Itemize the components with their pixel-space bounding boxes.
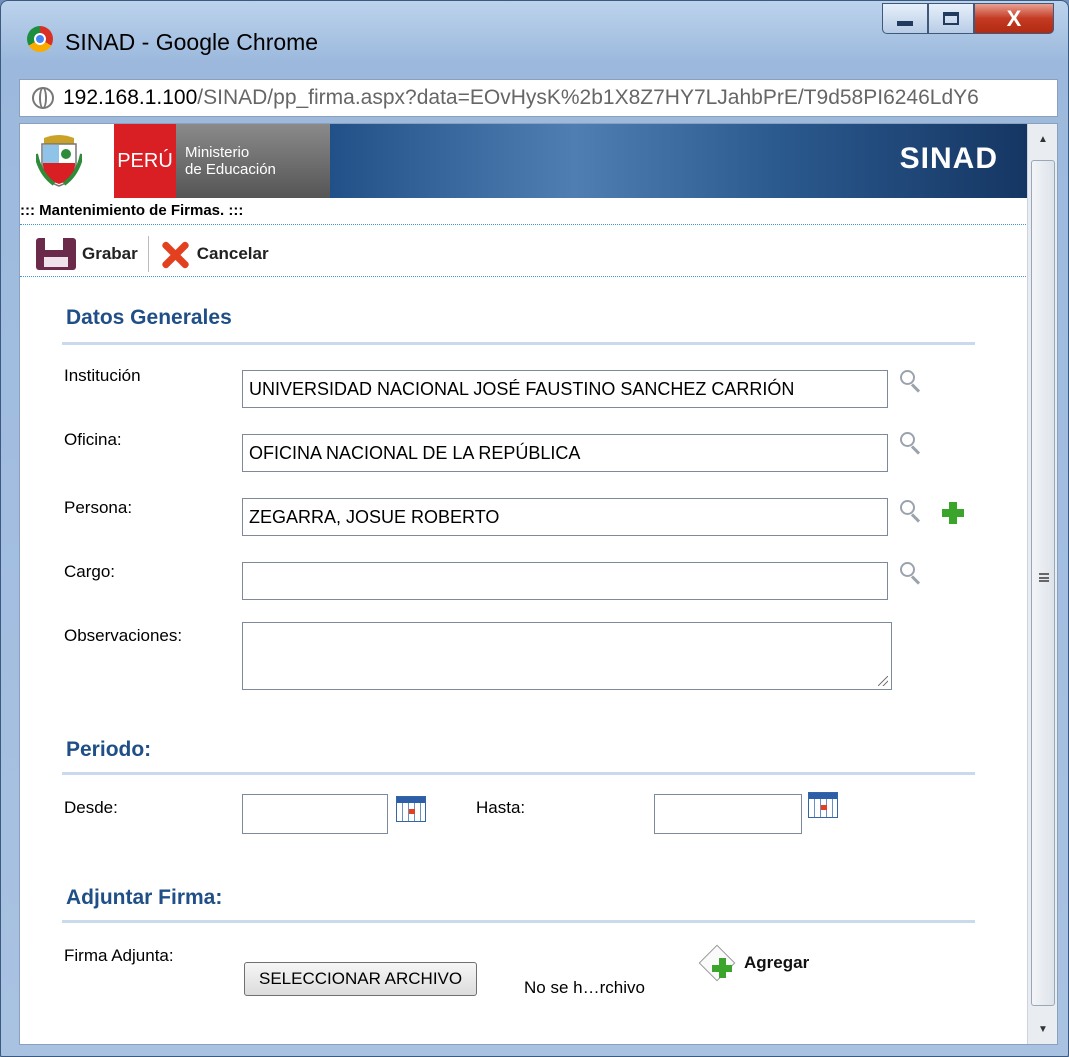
toolbar: Grabar Cancelar [36, 234, 269, 274]
search-institucion-icon[interactable] [900, 370, 924, 394]
divider [20, 224, 1028, 225]
section-divider [62, 342, 975, 345]
cargo-label: Cargo: [64, 562, 116, 581]
section-title-general: Datos Generales [66, 306, 232, 329]
cancel-icon [159, 238, 191, 270]
observaciones-textarea[interactable] [242, 622, 892, 690]
select-file-button[interactable]: SELECCIONAR ARCHIVO [244, 962, 478, 996]
add-label: Agregar [744, 953, 810, 972]
file-status-text: No se h…rchivo [524, 978, 645, 997]
divider [20, 276, 1028, 277]
hasta-label: Hasta: [476, 798, 526, 817]
cancel-button[interactable]: Cancelar [159, 238, 269, 270]
maximize-icon [943, 12, 959, 25]
desde-date-input[interactable] [242, 794, 388, 834]
save-label: Grabar [82, 244, 138, 263]
firma-adjunta-label: Firma Adjunta: [64, 946, 174, 965]
persona-field[interactable]: ZEGARRA, JOSUE ROBERTO [242, 498, 888, 536]
scrollbar-thumb[interactable] [1031, 160, 1055, 1006]
plus-icon [712, 958, 732, 978]
search-oficina-icon[interactable] [900, 432, 924, 456]
country-badge: PERÚ [114, 124, 176, 198]
minimize-icon [897, 21, 913, 26]
header-banner: PERÚ Ministerio de Educación SINAD [20, 124, 1028, 198]
app-logo-text: SINAD [899, 142, 998, 175]
oficina-field[interactable]: OFICINA NACIONAL DE LA REPÚBLICA [242, 434, 888, 472]
scroll-grip-icon [1039, 573, 1049, 582]
section-divider [62, 772, 975, 775]
scroll-down-arrow-icon[interactable]: ▼ [1028, 1014, 1057, 1044]
close-icon: X [1006, 5, 1022, 31]
address-bar[interactable]: 192.168.1.100/SINAD/pp_firma.aspx?data=E… [19, 79, 1058, 117]
hasta-calendar-icon[interactable] [808, 792, 838, 818]
url-path: /SINAD/pp_firma.aspx?data=EOvHysK%2b1X8Z… [197, 86, 979, 109]
vertical-scrollbar[interactable]: ▲ ▼ [1027, 124, 1057, 1044]
desde-calendar-icon[interactable] [396, 796, 426, 822]
url-host: 192.168.1.100 [63, 86, 198, 109]
resize-grip-icon[interactable] [878, 676, 888, 686]
page-title: ::: Mantenimiento de Firmas. ::: [20, 202, 244, 219]
desde-label: Desde: [64, 798, 118, 817]
chrome-logo-icon [27, 26, 53, 52]
section-divider [62, 920, 975, 923]
institucion-label: Institución [64, 366, 141, 385]
maximize-button[interactable] [928, 3, 974, 34]
cargo-field[interactable] [242, 562, 888, 600]
toolbar-separator [147, 236, 149, 272]
add-signature-button[interactable]: Agregar [698, 944, 809, 982]
section-title-adjuntar: Adjuntar Firma: [66, 886, 223, 909]
window-title: SINAD - Google Chrome [65, 29, 319, 55]
institucion-field[interactable]: UNIVERSIDAD NACIONAL JOSÉ FAUSTINO SANCH… [242, 370, 888, 408]
close-button[interactable]: X [974, 3, 1054, 34]
section-title-periodo: Periodo: [66, 738, 152, 761]
observaciones-label: Observaciones: [64, 626, 183, 645]
page-content: PERÚ Ministerio de Educación SINAD ::: M… [19, 123, 1058, 1045]
save-button[interactable]: Grabar [36, 238, 138, 270]
cancel-label: Cancelar [196, 244, 269, 263]
add-document-icon [698, 944, 736, 982]
scroll-up-arrow-icon[interactable]: ▲ [1028, 124, 1057, 154]
url-text[interactable]: 192.168.1.100/SINAD/pp_firma.aspx?data=E… [63, 86, 979, 110]
browser-window: SINAD - Google Chrome X 192.168.1.100/SI… [0, 0, 1069, 1057]
add-persona-icon[interactable] [942, 502, 964, 524]
window-controls: X [882, 3, 1054, 34]
ministry-badge: Ministerio de Educación [176, 124, 330, 198]
coat-of-arms [20, 124, 114, 198]
ministry-line-1: Ministerio [185, 144, 250, 161]
title-bar: SINAD - Google Chrome X [1, 1, 1068, 73]
oficina-label: Oficina: [64, 430, 122, 449]
hasta-date-input[interactable] [654, 794, 802, 834]
save-icon [36, 238, 76, 270]
search-persona-icon[interactable] [900, 500, 924, 524]
search-cargo-icon[interactable] [900, 562, 924, 586]
peru-shield-icon [36, 135, 82, 187]
globe-icon [32, 87, 54, 109]
minimize-button[interactable] [882, 3, 928, 34]
ministry-line-2: de Educación [185, 161, 276, 178]
persona-label: Persona: [64, 498, 133, 517]
